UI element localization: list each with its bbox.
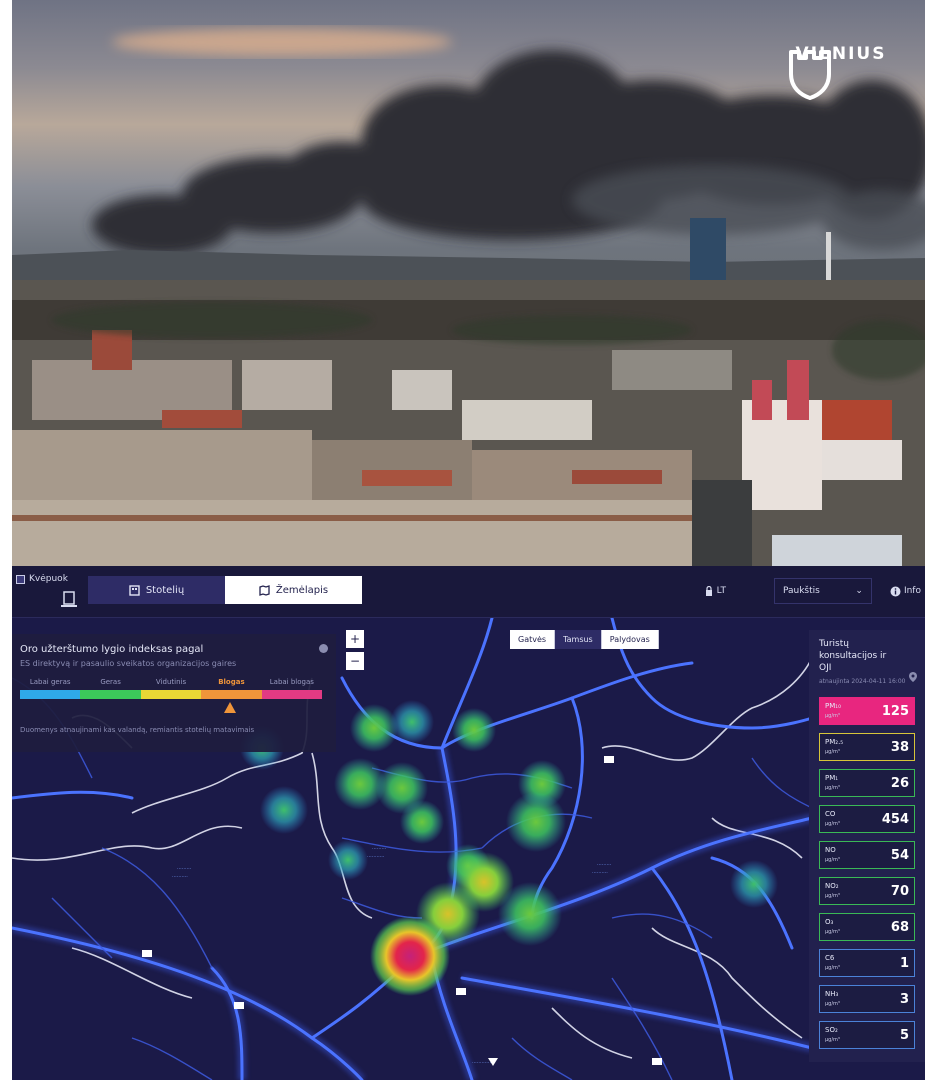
scale-label-bad: Blogas	[218, 678, 245, 686]
scale-label-moderate: Vidutinis	[155, 678, 187, 686]
map-layer-switch: Gatvės Tamsus Palydovas	[510, 630, 659, 649]
scale-segment-very-bad	[261, 690, 323, 699]
pollutant-name: NH₃	[825, 990, 839, 998]
scale-marker	[20, 702, 322, 716]
info-icon	[890, 586, 901, 596]
language-button[interactable]: LT	[705, 585, 726, 597]
pollutant-value: 54	[890, 848, 909, 863]
pollutant-value: 26	[890, 776, 909, 791]
zoom-out-button[interactable]: −	[346, 652, 364, 670]
pollutant-unit: μg/m³	[825, 965, 840, 971]
pollutant-value: 68	[890, 920, 909, 935]
tab-map[interactable]: Žemėlapis	[225, 576, 362, 604]
scale-label-good: Geras	[100, 678, 121, 686]
tab-map-label: Žemėlapis	[275, 584, 329, 596]
station-updated: atnaujinta 2024-04-11 16:00	[819, 678, 906, 685]
zoom-in-button[interactable]: +	[346, 630, 364, 648]
top-right-controls: LT Paukštis ⌄ Info	[705, 578, 925, 604]
scale-segment-very-good	[20, 690, 81, 699]
svg-text:·········: ·········	[597, 862, 612, 868]
pollutant-card-co[interactable]: CO μg/m³ 454	[819, 805, 915, 833]
smoke-over-city-photo: VILNIUS	[12, 0, 925, 566]
language-label: LT	[716, 586, 726, 596]
svg-text:·········: ·········	[177, 866, 192, 872]
checkbox-box[interactable]	[16, 574, 25, 584]
scale-labels: Labai geras Geras Vidutinis Blogas Labai…	[20, 678, 322, 686]
current-level-marker-icon	[224, 702, 236, 713]
pollutant-card-no[interactable]: NO μg/m³ 54	[819, 841, 915, 869]
profile-select[interactable]: Paukštis ⌄	[773, 578, 872, 604]
scale-segment-good	[80, 690, 141, 699]
layer-dark-button[interactable]: Tamsus	[555, 630, 602, 649]
pollutant-card-c6[interactable]: C6 μg/m³ 1	[819, 949, 915, 977]
pollutant-unit: μg/m³	[825, 1001, 840, 1007]
top-bar: Kvėpuok Stotelių Žemėlapis LT Paukštis ⌄…	[12, 566, 925, 618]
scale-segment-bad	[201, 690, 262, 699]
air-quality-app: Kvėpuok Stotelių Žemėlapis LT Paukštis ⌄…	[12, 566, 925, 1080]
vilnius-crest-icon	[789, 50, 831, 100]
pollutant-name: C6	[825, 954, 835, 962]
scale-segment-moderate	[140, 690, 202, 699]
profile-label: Paukštis	[782, 586, 820, 596]
breathe-checkbox[interactable]: Kvėpuok	[16, 574, 68, 584]
info-label: Info	[903, 586, 921, 596]
pollutant-unit: μg/m³	[825, 1037, 840, 1043]
chevron-down-icon: ⌄	[855, 586, 863, 596]
checkbox-label: Kvėpuok	[29, 574, 68, 584]
svg-text:···········: ···········	[367, 854, 385, 860]
device-icon[interactable]	[60, 590, 78, 610]
pollutant-value: 38	[890, 740, 909, 755]
scale-color-bar	[20, 690, 323, 699]
layer-satellite-button[interactable]: Palydovas	[601, 630, 659, 649]
pollutant-card-so2[interactable]: SO₂ μg/m³ 5	[819, 1021, 915, 1049]
close-icon[interactable]	[319, 644, 328, 653]
pollutant-card-pm1[interactable]: PM₁ μg/m³ 26	[819, 769, 915, 797]
zoom-controls: + −	[346, 630, 364, 670]
svg-text:··········: ··········	[592, 870, 608, 876]
lock-icon	[705, 585, 712, 596]
pollutant-card-pm10[interactable]: PM₁₀ μg/m³ 125	[819, 697, 915, 725]
map-icon	[259, 584, 270, 596]
legend-subtitle: ES direktyvą ir pasaulio sveikatos organ…	[20, 659, 237, 668]
location-pin-icon[interactable]	[909, 672, 917, 682]
pollutant-list: PM₁₀ μg/m³ 125 PM₂.₅ μg/m³ 38 PM₁ μg/m³ 26 CO μ…	[819, 697, 915, 1049]
tab-stations-label: Stotelių	[145, 584, 185, 596]
station-panel: Turistų konsultacijos ir OJI atnaujinta …	[809, 630, 925, 1062]
pollutant-name: SO₂	[825, 1026, 838, 1034]
pollutant-card-pm25[interactable]: PM₂.₅ μg/m³ 38	[819, 733, 915, 761]
pollutant-value: 70	[890, 884, 909, 899]
pollutant-value: 3	[899, 992, 909, 1007]
building-icon	[129, 584, 140, 596]
pollutant-card-no2[interactable]: NO₂ μg/m³ 70	[819, 877, 915, 905]
legend-title: Oro užterštumo lygio indeksas pagal	[20, 644, 204, 655]
mode-tabs: Stotelių Žemėlapis	[88, 576, 362, 604]
layer-streets-button[interactable]: Gatvės	[510, 630, 556, 649]
pollutant-value: 125	[881, 704, 909, 719]
svg-text:··········: ··········	[172, 874, 188, 880]
vilnius-logo: VILNIUS	[783, 44, 899, 100]
svg-text:·········: ·········	[372, 846, 387, 852]
pollutant-value: 5	[899, 1028, 909, 1043]
pollutant-card-nh3[interactable]: NH₃ μg/m³ 3	[819, 985, 915, 1013]
legend-note: Duomenys atnaujinami kas valandą, remian…	[20, 726, 255, 734]
scale-label-very-bad: Labai blogas	[269, 678, 314, 686]
station-name: Turistų konsultacijos ir OJI	[819, 639, 887, 673]
pollutant-value: 1	[899, 956, 909, 971]
tab-stations[interactable]: Stotelių	[88, 576, 225, 604]
info-button[interactable]: Info	[890, 586, 921, 597]
pollutant-card-o3[interactable]: O₃ μg/m³ 68	[819, 913, 915, 941]
scale-label-very-good: Labai geras	[29, 678, 71, 686]
pollutant-value: 454	[881, 812, 909, 827]
air-quality-legend: Oro užterštumo lygio indeksas pagal ES d…	[12, 634, 336, 752]
